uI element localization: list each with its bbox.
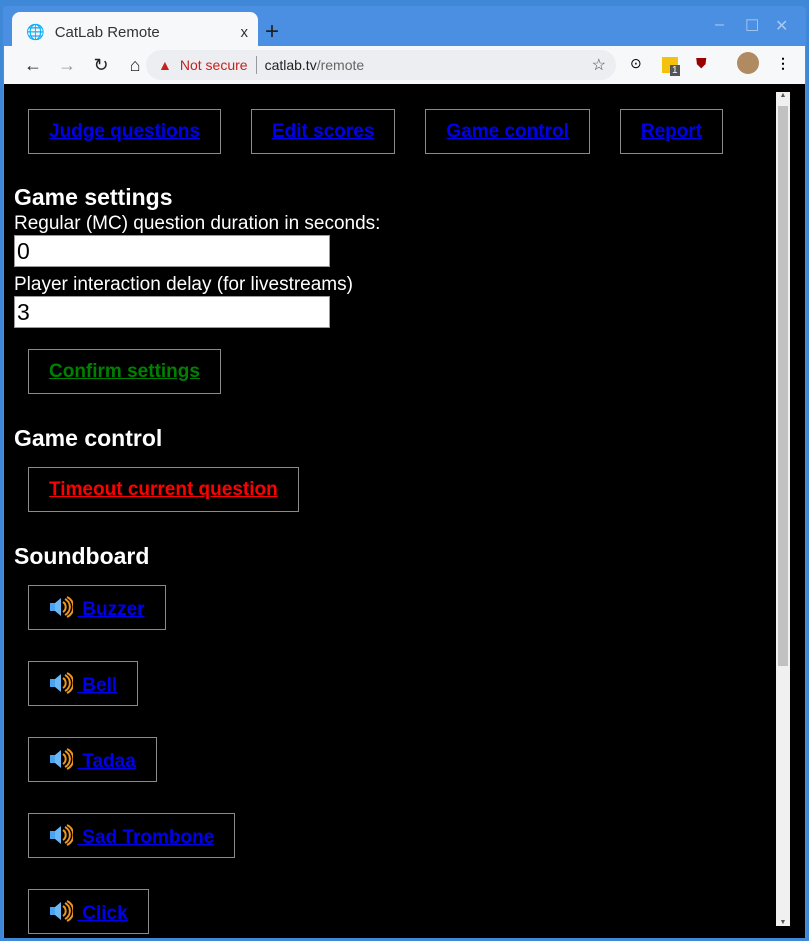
sound-button[interactable]: Buzzer — [28, 585, 166, 630]
speaker-icon — [49, 672, 77, 696]
globe-icon: 🌐 — [26, 24, 45, 41]
sound-label: Tadaa — [77, 751, 136, 772]
divider — [255, 56, 257, 74]
tab-close-button[interactable]: x — [241, 24, 249, 41]
delay-input[interactable] — [14, 296, 330, 328]
judge-questions-link[interactable]: Judge questions — [28, 109, 221, 154]
report-link[interactable]: Report — [619, 109, 724, 154]
edit-scores-link[interactable]: Edit scores — [250, 109, 396, 154]
sound-label: Buzzer — [77, 599, 145, 620]
toolbar: ← → ↻ ⌂ ▲ Not secure catlab.tv/remote ☆ … — [4, 46, 805, 84]
duration-input[interactable] — [14, 235, 330, 267]
browser-window: 🌐 CatLab Remote x + – ☐ ✕ ← → ↻ ⌂ ▲ Not … — [3, 6, 806, 938]
nav-bar: Judge questions Edit scores Game control… — [28, 109, 724, 154]
sound-button[interactable]: Sad Trombone — [28, 813, 236, 858]
forward-icon[interactable]: → — [50, 55, 84, 76]
bookmark-star-icon[interactable]: ☆ — [592, 55, 606, 75]
new-tab-button[interactable]: + — [265, 18, 279, 46]
close-window-icon[interactable]: ✕ — [775, 16, 788, 36]
sound-button[interactable]: Bell — [28, 661, 139, 706]
extension-icon[interactable]: ⊙ — [630, 55, 642, 72]
extension-badge-icon[interactable]: 1 — [662, 57, 680, 76]
game-settings-heading: Game settings — [14, 184, 173, 210]
scrollbar-thumb[interactable] — [778, 106, 788, 666]
game-control-link[interactable]: Game control — [425, 109, 590, 154]
tab-title: CatLab Remote — [54, 23, 160, 41]
timeout-question-button[interactable]: Timeout current question — [28, 467, 299, 512]
soundboard-heading: Soundboard — [14, 543, 150, 569]
sound-label: Sad Trombone — [77, 827, 215, 848]
confirm-settings-button[interactable]: Confirm settings — [28, 349, 221, 394]
url-path: /remote — [316, 57, 365, 73]
avatar[interactable] — [737, 52, 759, 74]
warning-icon: ▲ — [158, 57, 172, 73]
scrollbar[interactable]: ▲ ▼ — [776, 92, 790, 926]
reload-icon[interactable]: ↻ — [84, 55, 118, 76]
ublock-icon[interactable]: ⛊ — [696, 55, 707, 72]
scroll-up-icon[interactable]: ▲ — [776, 92, 790, 99]
menu-icon[interactable]: ⋮ — [776, 55, 790, 72]
address-bar[interactable]: ▲ Not secure catlab.tv/remote ☆ — [146, 50, 616, 80]
duration-label: Regular (MC) question duration in second… — [14, 213, 381, 234]
scroll-down-icon[interactable]: ▼ — [776, 919, 790, 926]
maximize-icon[interactable]: ☐ — [745, 16, 759, 36]
extension-badge-count: 1 — [670, 65, 680, 76]
minimize-icon[interactable]: – — [715, 16, 724, 34]
speaker-icon — [49, 748, 77, 772]
speaker-icon — [49, 596, 77, 620]
sound-button[interactable]: Click — [28, 889, 149, 934]
url-host: catlab.tv — [264, 57, 317, 73]
back-icon[interactable]: ← — [16, 55, 50, 76]
speaker-icon — [49, 900, 77, 924]
sound-button[interactable]: Tadaa — [28, 737, 157, 782]
sound-label: Click — [77, 903, 128, 924]
security-status[interactable]: Not secure — [180, 57, 248, 73]
game-control-heading: Game control — [14, 425, 163, 451]
delay-label: Player interaction delay (for livestream… — [14, 274, 353, 295]
speaker-icon — [49, 824, 77, 848]
sound-label: Bell — [77, 675, 118, 696]
page-content: Judge questions Edit scores Game control… — [4, 84, 805, 938]
